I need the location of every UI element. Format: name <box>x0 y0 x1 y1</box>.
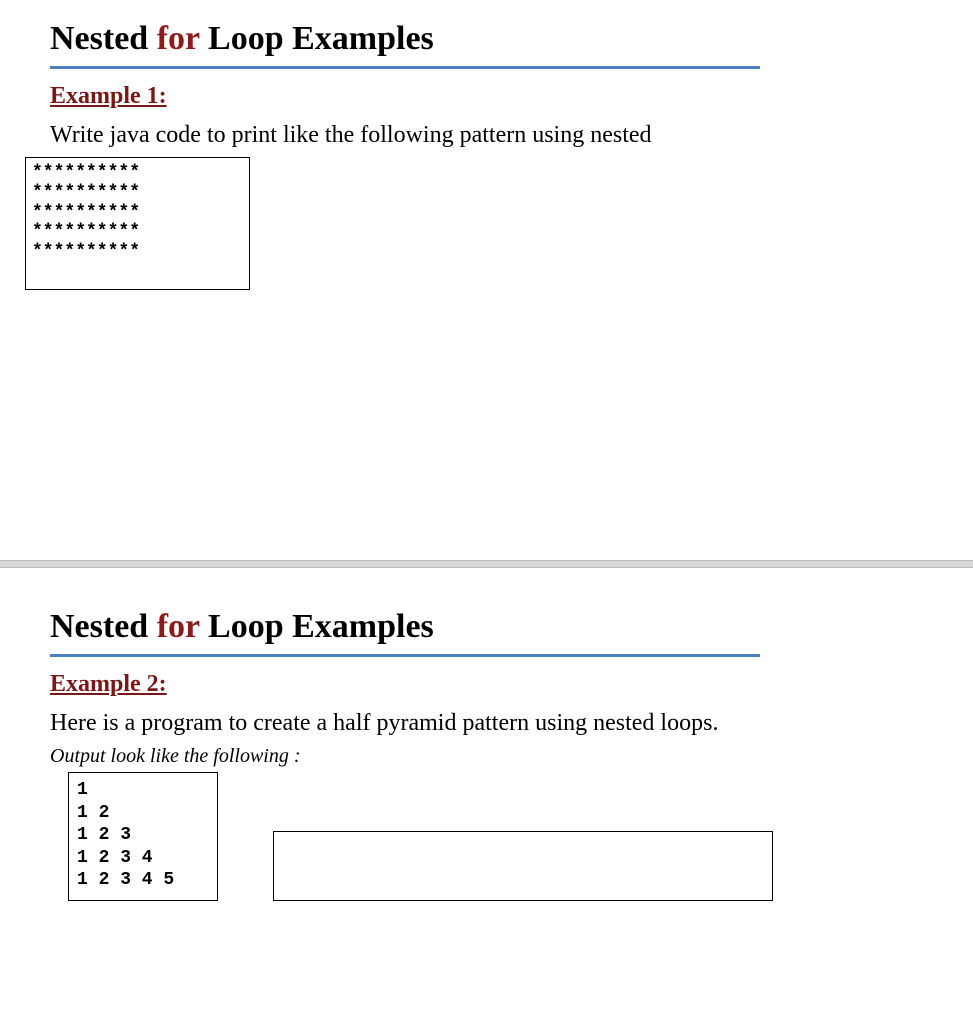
body-text: Here is a program to create a half pyram… <box>50 710 923 737</box>
output-box: ********** ********** ********** *******… <box>25 157 250 290</box>
slide-1: Nested for Loop Examples Example 1: Writ… <box>0 0 973 560</box>
output-box: 1 1 2 1 2 3 1 2 3 4 1 2 3 4 5 <box>68 772 218 901</box>
for-keyword: for <box>157 20 200 57</box>
row-boxes: 1 1 2 1 2 3 1 2 3 4 1 2 3 4 5 <box>50 772 923 901</box>
title-text-pre: Nested <box>50 20 157 57</box>
page-title: Nested for Loop Examples <box>50 20 760 69</box>
for-keyword: for <box>157 608 200 645</box>
output-note: Output look like the following : <box>50 745 923 768</box>
slide-divider <box>0 560 973 568</box>
title-text-post: Loop Examples <box>200 608 434 645</box>
example-heading: Example 1: <box>50 83 923 110</box>
empty-box <box>273 831 773 901</box>
title-text-post: Loop Examples <box>200 20 434 57</box>
example-heading: Example 2: <box>50 671 923 698</box>
spacer <box>50 290 923 520</box>
body-text: Write java code to print like the follow… <box>50 122 923 149</box>
title-text-pre: Nested <box>50 608 157 645</box>
slide-2: Nested for Loop Examples Example 2: Here… <box>0 568 973 941</box>
page-title: Nested for Loop Examples <box>50 608 760 657</box>
